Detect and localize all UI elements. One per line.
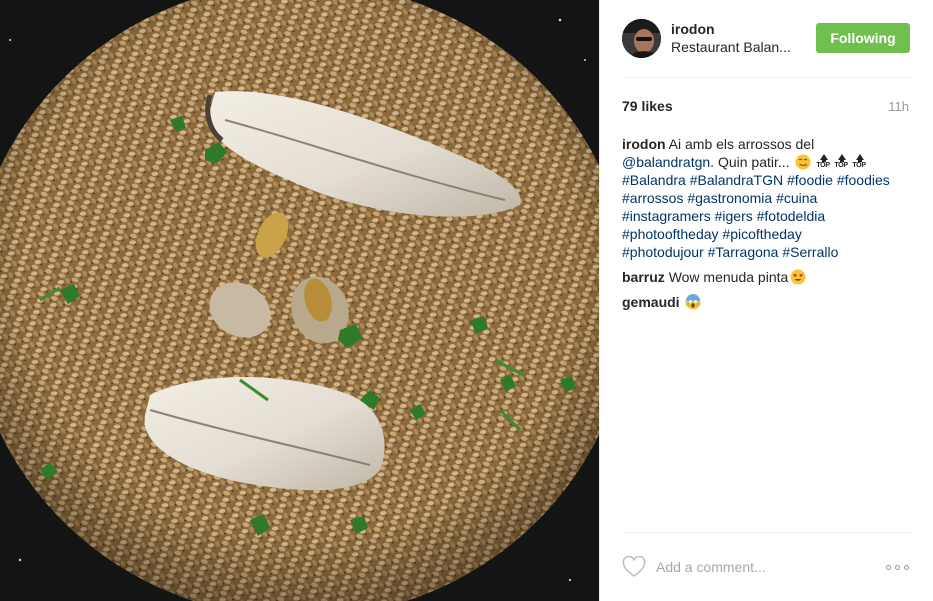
comment-footer bbox=[622, 532, 910, 601]
add-comment-input[interactable] bbox=[656, 555, 866, 579]
top-arrow-icon: TOP bbox=[815, 154, 833, 170]
comment-text: Wow menuda pinta bbox=[668, 269, 789, 285]
location-link[interactable]: Restaurant Balan... bbox=[671, 39, 791, 55]
hashtag-link[interactable]: #arrossos bbox=[622, 190, 683, 206]
mention-link[interactable]: @balandratgn bbox=[622, 154, 710, 170]
author-username-link[interactable]: irodon bbox=[671, 21, 715, 37]
post-container: irodon Restaurant Balan... Following 79 … bbox=[0, 0, 933, 601]
comment-username-link[interactable]: gemaudi bbox=[622, 294, 680, 310]
top-arrow-label: TOP bbox=[834, 162, 848, 169]
screaming-face-icon bbox=[685, 294, 701, 310]
heart-outline-icon[interactable] bbox=[622, 556, 646, 578]
comment-username-link[interactable]: barruz bbox=[622, 269, 665, 285]
heart-eyes-icon bbox=[790, 269, 806, 285]
comment-item: barruz Wow menuda pinta bbox=[622, 268, 914, 286]
post-photo[interactable] bbox=[0, 0, 599, 601]
hashtag-link[interactable]: #Serrallo bbox=[782, 244, 838, 260]
top-arrow-icon: TOP bbox=[833, 154, 851, 170]
likes-count[interactable]: 79 likes bbox=[622, 98, 673, 114]
hashtag-link[interactable]: #foodies bbox=[837, 172, 890, 188]
hashtag-link[interactable]: #picoftheday bbox=[722, 226, 801, 242]
hashtag-link[interactable]: #BalandraTGN bbox=[690, 172, 783, 188]
comment-item: gemaudi bbox=[622, 293, 914, 311]
hashtag-link[interactable]: #igers bbox=[715, 208, 753, 224]
top-arrow-label: TOP bbox=[852, 162, 866, 169]
comments-list: irodon Ai amb els arrossos del @balandra… bbox=[622, 135, 914, 318]
following-button[interactable]: Following bbox=[816, 23, 910, 53]
caption-username-link[interactable]: irodon bbox=[622, 136, 666, 152]
more-options-icon[interactable] bbox=[886, 559, 910, 575]
caption: irodon Ai amb els arrossos del @balandra… bbox=[622, 135, 914, 261]
hashtag-link[interactable]: #photooftheday bbox=[622, 226, 719, 242]
hashtag-link[interactable]: #gastronomia bbox=[687, 190, 772, 206]
top-arrow-icon: TOP bbox=[851, 154, 869, 170]
author-avatar[interactable] bbox=[622, 19, 661, 58]
yum-face-icon bbox=[795, 154, 811, 170]
top-arrow-label: TOP bbox=[816, 162, 830, 169]
post-timestamp[interactable]: 11h bbox=[888, 99, 909, 114]
post-details-panel: irodon Restaurant Balan... Following 79 … bbox=[599, 0, 933, 601]
post-header: irodon Restaurant Balan... Following bbox=[622, 0, 912, 78]
hashtag-link[interactable]: #Tarragona bbox=[708, 244, 779, 260]
hashtag-link[interactable]: #cuina bbox=[776, 190, 817, 206]
hashtag-link[interactable]: #foodie bbox=[787, 172, 833, 188]
avatar-image bbox=[622, 19, 661, 58]
caption-text-part1: Ai amb els arrossos del bbox=[668, 136, 815, 152]
hashtag-link[interactable]: #photodujour bbox=[622, 244, 704, 260]
caption-text-part2: . Quin patir... bbox=[710, 154, 790, 170]
photo-image bbox=[0, 0, 599, 601]
hashtag-link[interactable]: #fotodeldia bbox=[757, 208, 826, 224]
hashtag-link[interactable]: #instagramers bbox=[622, 208, 711, 224]
hashtag-link[interactable]: #Balandra bbox=[622, 172, 686, 188]
